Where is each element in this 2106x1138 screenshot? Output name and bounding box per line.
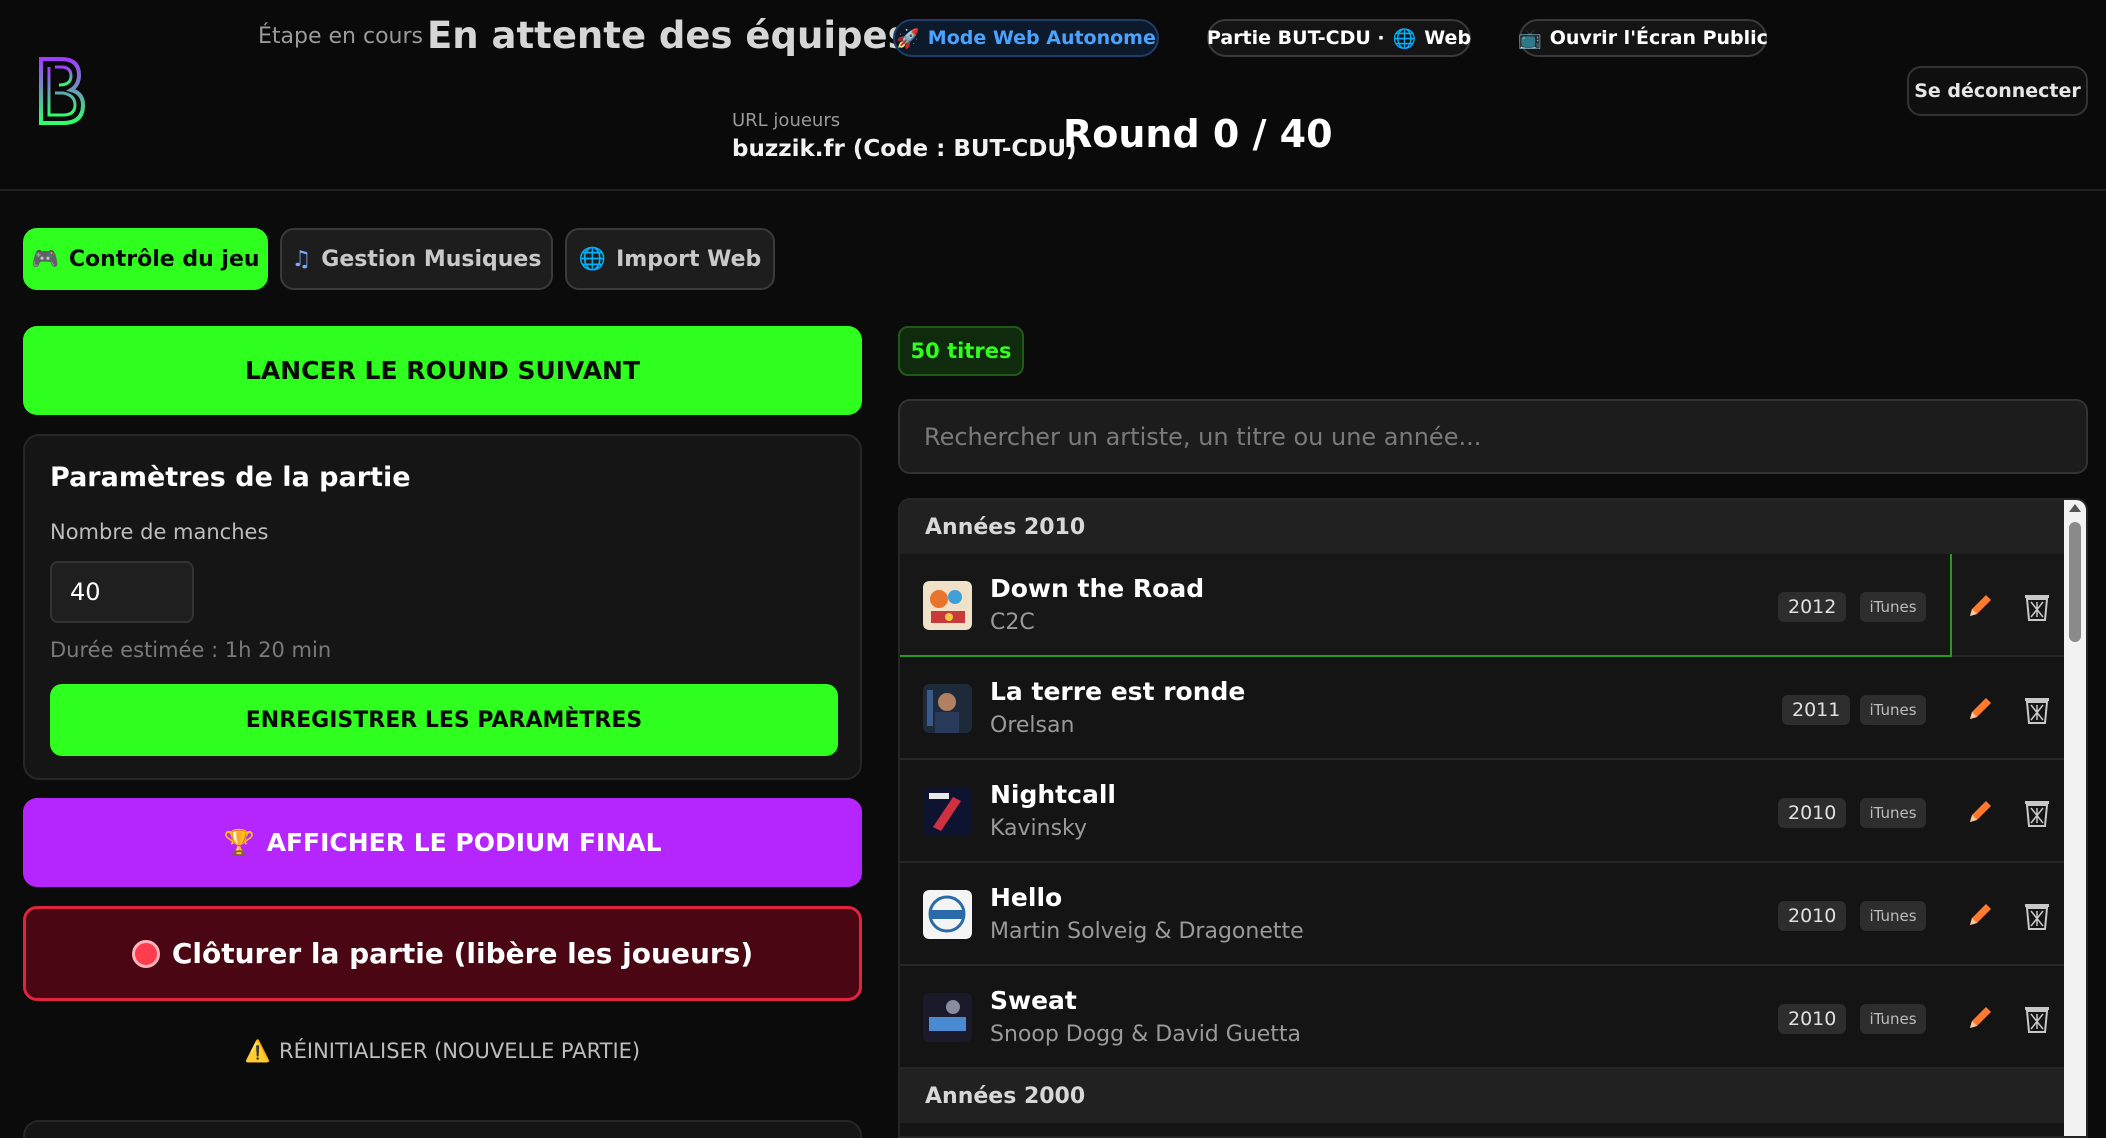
tab-label: Contrôle du jeu (68, 246, 260, 272)
song-row[interactable]: Down the Road C2C 2012 iTunes (900, 554, 2066, 657)
bottom-card (23, 1120, 862, 1138)
scroll-thumb[interactable] (2069, 522, 2081, 642)
rounds-label: Nombre de manches (50, 520, 269, 544)
song-row[interactable]: Hello Martin Solveig & Dragonette 2010 i… (900, 863, 2066, 966)
year-badge: 2010 (1778, 1004, 1847, 1034)
tab-label: Gestion Musiques (321, 246, 542, 272)
song-title: Hello (990, 883, 1063, 912)
edit-icon[interactable] (1964, 693, 1996, 725)
url-value: buzzik.fr (Code : BUT-CDU) (732, 136, 1077, 162)
search-input[interactable] (898, 399, 2088, 474)
tv-icon: 📺 (1518, 27, 1542, 50)
song-artist: Kavinsky (990, 816, 1088, 841)
song-artist: Orelsan (990, 713, 1075, 738)
close-game-button[interactable]: Clôturer la partie (libère les joueurs) (23, 906, 862, 1001)
song-row[interactable]: La terre est ronde Orelsan 2011 iTunes (900, 657, 2066, 760)
stage-value: En attente des équipes (427, 14, 910, 57)
rocket-icon: 🚀 (896, 27, 920, 50)
song-title: Sweat (990, 986, 1077, 1015)
edit-icon[interactable] (1964, 590, 1996, 622)
tab-game-control[interactable]: 🎮 Contrôle du jeu (23, 228, 268, 290)
tab-web-import[interactable]: 🌐 Import Web (565, 228, 775, 290)
partie-pill[interactable]: Partie BUT-CDU · 🌐 Web (1207, 19, 1471, 57)
song-title: Nightcall (990, 780, 1116, 809)
show-podium-button[interactable]: 🏆 AFFICHER LE PODIUM FINAL (23, 798, 862, 887)
mode-pill-label: Mode Web Autonome (927, 27, 1156, 49)
song-count-badge: 50 titres (898, 326, 1024, 376)
music-note-icon: ♫ (291, 246, 312, 272)
song-artist: C2C (990, 610, 1035, 635)
source-badge: iTunes (1860, 798, 1926, 828)
estimated-duration: Durée estimée : 1h 20 min (50, 638, 332, 662)
year-badge: 2010 (1778, 901, 1847, 931)
partie-pill-web: Web (1424, 27, 1472, 49)
trophy-icon: 🏆 (223, 827, 255, 857)
song-artist: Martin Solveig & Dragonette (990, 919, 1304, 944)
source-badge: iTunes (1860, 901, 1926, 931)
album-cover (923, 890, 972, 939)
globe-icon: 🌐 (578, 246, 607, 272)
song-title: La terre est ronde (990, 677, 1246, 706)
ecran-pill-label: Ouvrir l'Écran Public (1549, 27, 1768, 49)
logout-button[interactable]: Se déconnecter (1907, 66, 2088, 116)
song-row[interactable]: Sweat Snoop Dogg & David Guetta 2010 iTu… (900, 966, 2066, 1069)
trash-icon[interactable] (2022, 693, 2052, 725)
trash-icon[interactable] (2022, 796, 2052, 828)
edit-icon[interactable] (1964, 796, 1996, 828)
launch-next-round-button[interactable]: LANCER LE ROUND SUIVANT (23, 326, 862, 415)
game-settings-card: Paramètres de la partie Nombre de manche… (23, 434, 862, 780)
mode-web-pill[interactable]: 🚀 Mode Web Autonome (893, 19, 1159, 57)
year-badge: 2011 (1782, 695, 1851, 725)
song-title: Down the Road (990, 574, 1205, 603)
album-cover (923, 684, 972, 733)
buzzik-logo (39, 57, 86, 125)
reset-game-button[interactable]: ⚠️ RÉINITIALISER (NOUVELLE PARTIE) (23, 1036, 862, 1066)
round-counter: Round 0 / 40 (1063, 112, 1333, 156)
album-cover (923, 993, 972, 1042)
trash-icon[interactable] (2022, 590, 2052, 622)
edit-icon[interactable] (1964, 1002, 1996, 1034)
close-label: Clôturer la partie (libère les joueurs) (171, 937, 754, 970)
edit-icon[interactable] (1964, 899, 1996, 931)
rounds-input[interactable] (50, 561, 194, 623)
year-badge: 2012 (1778, 592, 1847, 622)
source-badge: iTunes (1860, 592, 1926, 622)
source-badge: iTunes (1860, 1004, 1926, 1034)
trash-icon[interactable] (2022, 1002, 2052, 1034)
top-header: Étape en cours En attente des équipes 🚀 … (0, 0, 2106, 191)
save-settings-button[interactable]: ENREGISTRER LES PARAMÈTRES (50, 684, 838, 756)
song-artist: Snoop Dogg & David Guetta (990, 1022, 1302, 1047)
song-list: Années 2010 Down the Road C2C 2012 iTune… (898, 498, 2088, 1138)
globe-icon: 🌐 (1392, 27, 1417, 50)
podium-label: AFFICHER LE PODIUM FINAL (266, 828, 662, 857)
trash-icon[interactable] (2022, 899, 2052, 931)
partie-pill-label: Partie BUT-CDU · (1206, 27, 1385, 49)
stage-label: Étape en cours (258, 24, 423, 49)
stop-icon (131, 939, 160, 968)
year-badge: 2010 (1778, 798, 1847, 828)
reset-label: RÉINITIALISER (NOUVELLE PARTIE) (279, 1039, 641, 1063)
gamepad-icon: 🎮 (31, 246, 59, 272)
tab-music-management[interactable]: ♫ Gestion Musiques (280, 228, 553, 290)
tab-label: Import Web (616, 246, 762, 272)
song-row[interactable]: Nightcall Kavinsky 2010 iTunes (900, 760, 2066, 863)
source-badge: iTunes (1860, 695, 1926, 725)
group-header: Années 2010 (900, 500, 2066, 554)
group-header: Années 2000 (900, 1069, 2066, 1123)
warning-icon: ⚠️ (244, 1038, 272, 1063)
open-public-screen-button[interactable]: 📺 Ouvrir l'Écran Public (1518, 19, 1768, 57)
url-label: URL joueurs (732, 110, 841, 131)
scroll-up-icon[interactable] (2069, 504, 2081, 512)
album-cover (923, 581, 972, 630)
settings-title: Paramètres de la partie (50, 462, 411, 493)
scrollbar[interactable] (2064, 500, 2086, 1136)
album-cover (923, 787, 972, 836)
